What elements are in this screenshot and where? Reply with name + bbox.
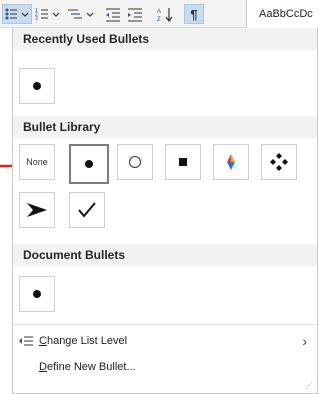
svg-text:A: A — [157, 9, 161, 15]
show-formatting-button[interactable]: ¶ — [184, 4, 204, 24]
svg-text:3: 3 — [35, 16, 38, 22]
bullet-four-diamond-cluster-option[interactable] — [261, 144, 297, 180]
bullets-dropdown: Recently Used Bullets Bullet Library Non… — [12, 28, 318, 394]
decrease-indent-icon — [106, 8, 120, 22]
bullet-filled-dot-option[interactable] — [69, 144, 109, 184]
numbering-button[interactable]: 1 2 3 — [34, 4, 64, 24]
ribbon-bar: 1 2 3 A Z ¶ AaBbCcDc — [0, 0, 326, 28]
bullet-checkmark-option[interactable] — [69, 192, 105, 228]
define-new-bullet-label: Define New Bullet... — [39, 361, 136, 373]
bullet-arrowhead-option[interactable] — [19, 192, 55, 228]
none-label: None — [26, 157, 48, 167]
multilevel-list-button[interactable] — [66, 4, 98, 24]
document-bullets-header: Document Bullets — [13, 244, 317, 266]
bullet-none-option[interactable]: None — [19, 144, 55, 180]
four-color-diamond-icon — [227, 154, 235, 170]
checkmark-icon — [78, 202, 96, 218]
increase-indent-icon — [128, 8, 142, 22]
change-list-level-item[interactable]: Change List Level › — [13, 330, 317, 352]
bullets-button[interactable] — [2, 4, 32, 24]
change-list-level-label: Change List Level — [39, 335, 128, 347]
define-new-bullet-item[interactable]: Define New Bullet... — [13, 356, 317, 378]
sort-button[interactable]: A Z — [156, 4, 176, 24]
bullet-hollow-circle-option[interactable] — [117, 144, 153, 180]
filled-dot-icon — [33, 82, 41, 90]
change-list-level-icon — [19, 336, 33, 346]
bullet-filled-square-option[interactable] — [165, 144, 201, 180]
filled-square-icon — [179, 158, 187, 166]
decrease-indent-button[interactable] — [104, 4, 124, 24]
recent-bullets-header: Recently Used Bullets — [13, 28, 317, 50]
resize-grip-icon[interactable]: ⋰ — [305, 381, 313, 390]
submenu-chevron-icon: › — [302, 333, 307, 349]
increase-indent-button[interactable] — [126, 4, 146, 24]
filled-dot-icon — [33, 290, 41, 298]
sort-icon: A Z — [157, 8, 173, 23]
bullet-four-color-diamond-option[interactable] — [213, 144, 249, 180]
svg-text:Z: Z — [157, 17, 161, 23]
menu-divider — [13, 324, 317, 325]
filled-dot-icon — [85, 160, 93, 168]
multilevel-list-icon — [68, 9, 94, 19]
paragraph-mark-icon: ¶ — [190, 6, 198, 22]
style-gallery[interactable]: AaBbCcDc — [246, 0, 326, 28]
four-diamond-cluster-icon — [270, 153, 288, 171]
bullets-icon — [5, 8, 29, 20]
hollow-circle-icon — [129, 156, 141, 168]
bullet-library-header: Bullet Library — [13, 116, 317, 138]
numbering-icon: 1 2 3 — [35, 8, 60, 22]
arrowhead-icon — [27, 203, 47, 217]
recent-bullet-filled-dot[interactable] — [19, 68, 55, 104]
document-bullet-filled-dot[interactable] — [19, 276, 55, 312]
style-preview-text: AaBbCcDc — [259, 8, 313, 20]
